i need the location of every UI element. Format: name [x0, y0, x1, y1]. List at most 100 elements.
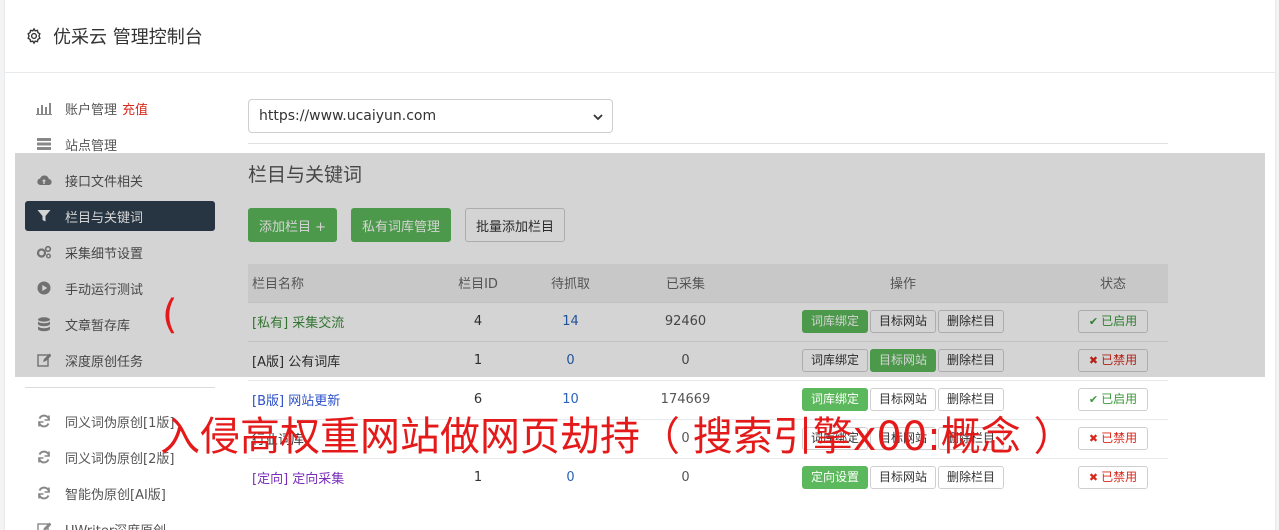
sidebar-item-api-files[interactable]: 接口文件相关: [25, 165, 215, 195]
section-title: 栏目与关键词: [248, 164, 363, 186]
sidebar-item-label: UWriter深度原创: [65, 520, 166, 530]
col-header-status: 状态: [1099, 277, 1126, 293]
sidebar-item-collect-settings[interactable]: 采集细节设置: [25, 237, 215, 267]
row-status-cell: ✖ 已禁用: [1058, 457, 1168, 497]
sidebar-item-label: 采集细节设置: [65, 246, 144, 262]
row-name-cell: [私有] 采集交流: [248, 301, 438, 341]
bind-lib-button[interactable]: 词库绑定: [801, 310, 868, 333]
col-header-done: 已采集: [665, 277, 705, 293]
refresh-icon: [35, 485, 53, 501]
row-status-cell: ✔ 已启用: [1058, 379, 1168, 419]
table-row: [A版] 公有词库 1 0 0 词库绑定 目标网站 删除栏目 ✖ 已禁用: [248, 340, 1168, 380]
divider: [248, 143, 1168, 144]
status-toggle[interactable]: ✔ 已启用: [1077, 310, 1149, 333]
status-toggle[interactable]: ✖ 已禁用: [1077, 466, 1149, 490]
play-circle-icon: [35, 280, 53, 296]
row-ops: 词库绑定 目标网站 删除栏目: [748, 340, 1058, 380]
status-label: 已禁用: [1101, 431, 1138, 445]
target-site-button[interactable]: 目标网站: [869, 349, 936, 372]
database-icon: [35, 316, 53, 332]
row-status-cell: ✖ 已禁用: [1058, 418, 1168, 458]
row-id: 4: [438, 301, 518, 341]
sidebar-item-label: 账户管理: [65, 102, 118, 118]
col-header-id: 栏目ID: [458, 277, 498, 293]
target-site-button[interactable]: 目标网站: [869, 310, 936, 333]
site-select[interactable]: https://www.ucaiyun.com: [248, 99, 613, 133]
row-ops: 词库绑定 目标网站 删除栏目: [748, 301, 1058, 341]
row-name[interactable]: 网站更新: [288, 394, 340, 409]
bar-chart-icon: [35, 100, 53, 116]
row-tag: [定向]: [252, 472, 289, 488]
check-icon: ✔: [1088, 315, 1099, 328]
sidebar-item-uwriter[interactable]: UWriter深度原创: [25, 514, 215, 530]
bind-lib-button[interactable]: 词库绑定: [801, 388, 868, 411]
row-wait[interactable]: 14: [518, 301, 623, 341]
row-name[interactable]: 公有词库: [288, 355, 340, 370]
row-tag: [私有]: [252, 316, 289, 331]
close-icon: ✖: [1088, 471, 1099, 485]
delete-column-button[interactable]: 删除栏目: [938, 349, 1005, 372]
status-label: 已禁用: [1101, 470, 1138, 485]
filter-icon: [35, 208, 53, 224]
row-status-cell: ✖ 已禁用: [1058, 340, 1168, 380]
sidebar-item-ai-original[interactable]: 智能伪原创[AI版]: [25, 478, 215, 508]
status-toggle[interactable]: ✖ 已禁用: [1077, 349, 1149, 372]
cogs-icon: [35, 244, 53, 260]
status-label: 已启用: [1101, 392, 1138, 406]
row-tag: [A版]: [252, 355, 285, 370]
col-header-op: 操作: [889, 277, 916, 293]
sidebar-item-label: 深度原创任务: [65, 354, 144, 370]
sidebar-item-label: 文章暂存库: [65, 318, 131, 334]
sidebar-item-label: 站点管理: [65, 138, 118, 154]
chevron-down-icon: [592, 111, 604, 123]
sidebar-item-label: 栏目与关键词: [65, 210, 144, 226]
gear-icon: [25, 27, 43, 45]
row-name[interactable]: 采集交流: [292, 316, 344, 331]
batch-add-button[interactable]: 批量添加栏目: [465, 208, 566, 242]
status-toggle[interactable]: ✔ 已启用: [1077, 388, 1149, 411]
sidebar-item-deep-original[interactable]: 深度原创任务: [25, 345, 215, 375]
row-done: 92460: [623, 301, 748, 341]
recharge-link[interactable]: 充值: [122, 99, 148, 118]
sidebar-item-manual-test[interactable]: 手动运行测试: [25, 273, 215, 303]
edit-icon: [35, 352, 53, 368]
site-select-value: https://www.ucaiyun.com: [259, 108, 437, 124]
table-header: 栏目名称 栏目ID 待抓取 已采集 操作 状态: [248, 264, 1168, 302]
sidebar-item-article-store[interactable]: 文章暂存库: [25, 309, 215, 339]
sidebar-item-sites[interactable]: 站点管理: [25, 129, 215, 159]
close-icon: ✖: [1088, 432, 1099, 445]
sidebar: 账户管理 充值 站点管理 接口文件相关 栏目与关键词 采集细节设置 手动运行测试…: [25, 93, 215, 530]
sidebar-item-label: 手动运行测试: [65, 282, 144, 298]
status-label: 已启用: [1101, 314, 1138, 328]
overlay-banner-text: 入侵高权重网站做网页劫持（ 搜索引擎x00:概念 ）: [160, 414, 1074, 460]
row-id: 1: [438, 340, 518, 380]
edit-icon: [35, 521, 53, 530]
sidebar-item-label: 同义词伪原创[1版]: [65, 415, 175, 431]
overlay-paren-text: (: [162, 292, 178, 338]
private-lib-button[interactable]: 私有词库管理: [351, 208, 452, 242]
sidebar-item-columns-keywords[interactable]: 栏目与关键词: [25, 201, 215, 231]
row-wait[interactable]: 0: [518, 340, 623, 380]
toolbar: 添加栏目 + 私有词库管理 批量添加栏目: [248, 208, 1168, 242]
bind-lib-button[interactable]: 词库绑定: [801, 349, 868, 372]
close-icon: ✖: [1088, 354, 1099, 367]
delete-column-button[interactable]: 删除栏目: [938, 388, 1005, 411]
col-header-wait: 待抓取: [550, 277, 590, 293]
row-name-cell: [A版] 公有词库: [248, 340, 438, 380]
status-label: 已禁用: [1101, 353, 1138, 367]
check-icon: ✔: [1088, 393, 1099, 406]
row-status-cell: ✔ 已启用: [1058, 301, 1168, 341]
row-name[interactable]: 定向采集: [292, 472, 344, 487]
add-column-button[interactable]: 添加栏目 +: [248, 208, 338, 242]
sidebar-item-label: 接口文件相关: [65, 174, 144, 190]
target-site-button[interactable]: 目标网站: [869, 466, 936, 490]
target-site-button[interactable]: 目标网站: [869, 388, 936, 411]
status-toggle[interactable]: ✖ 已禁用: [1077, 427, 1149, 450]
sidebar-item-account[interactable]: 账户管理 充值: [25, 93, 215, 123]
delete-column-button[interactable]: 删除栏目: [938, 310, 1005, 333]
delete-column-button[interactable]: 删除栏目: [938, 466, 1005, 490]
refresh-icon: [35, 413, 53, 429]
bind-lib-button[interactable]: 定向设置: [801, 466, 868, 490]
cloud-upload-icon: [35, 172, 53, 188]
col-header-name: 栏目名称: [252, 277, 305, 293]
